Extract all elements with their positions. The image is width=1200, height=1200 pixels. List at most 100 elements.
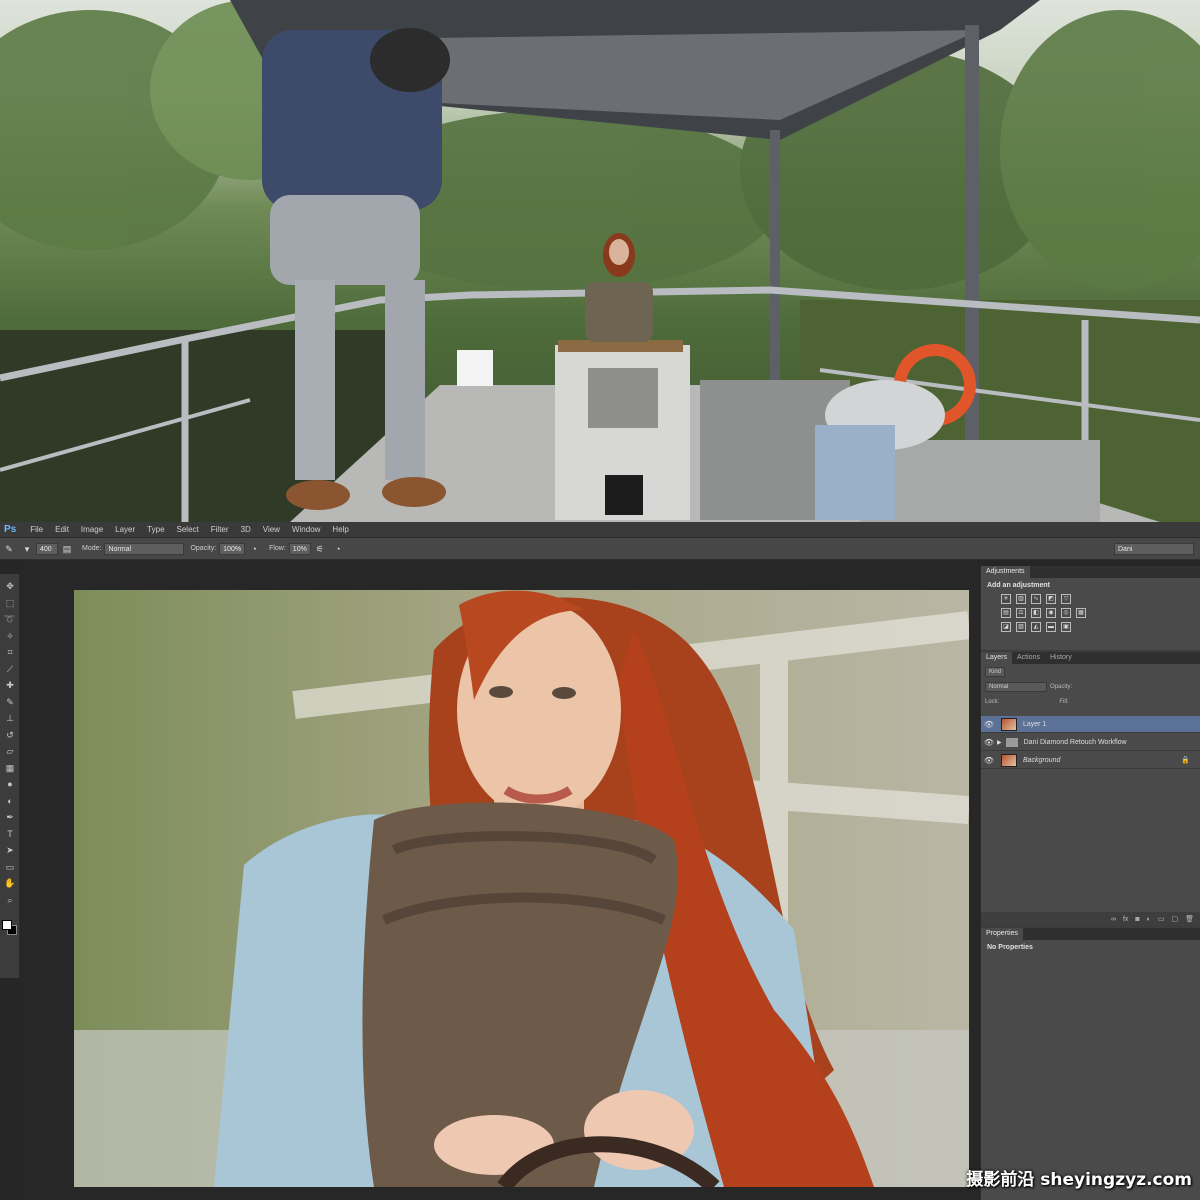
- pressure-size-icon[interactable]: ◔: [332, 543, 344, 555]
- trash-icon[interactable]: 🗑: [1185, 915, 1194, 923]
- adjustment-layer-icon[interactable]: ◐: [1147, 916, 1151, 923]
- lock-icon: 🔒: [1181, 757, 1190, 764]
- dodge-tool-icon[interactable]: ◐: [0, 793, 20, 810]
- brush-size-field[interactable]: 400: [36, 542, 58, 555]
- channel-mixer-icon[interactable]: ◎: [1061, 608, 1071, 618]
- zoom-tool-icon[interactable]: ⌕: [0, 892, 20, 909]
- brush-tool-icon[interactable]: ✎: [3, 543, 15, 555]
- healing-tool-icon[interactable]: ✚: [0, 677, 20, 694]
- folder-icon: [1005, 737, 1018, 747]
- blend-row: Normal Opacity:: [981, 679, 1200, 694]
- menu-edit[interactable]: Edit: [49, 525, 75, 534]
- menu-type[interactable]: Type: [141, 525, 170, 534]
- menu-3d[interactable]: 3D: [235, 525, 257, 534]
- type-tool-icon[interactable]: T: [0, 826, 20, 843]
- photoshop-logo: Ps: [4, 524, 17, 535]
- threshold-icon[interactable]: ◭: [1031, 622, 1041, 632]
- posterize-icon[interactable]: ▧: [1016, 622, 1026, 632]
- layer-group-row[interactable]: 👁 ▶ Dani Diamond Retouch Workflow: [981, 734, 1200, 751]
- chevron-down-icon[interactable]: ▾: [21, 543, 33, 555]
- new-group-icon[interactable]: ▭: [1158, 915, 1165, 923]
- lasso-tool-icon[interactable]: ➰: [0, 611, 20, 628]
- tab-history[interactable]: History: [1045, 652, 1077, 664]
- tab-actions[interactable]: Actions: [1012, 652, 1045, 664]
- pen-tool-icon[interactable]: ✒: [0, 809, 20, 826]
- invert-icon[interactable]: ◪: [1001, 622, 1011, 632]
- behind-the-scenes-photo: [0, 0, 1200, 522]
- tab-properties[interactable]: Properties: [981, 928, 1023, 940]
- history-brush-tool-icon[interactable]: ↺: [0, 727, 20, 744]
- hue-saturation-icon[interactable]: ▤: [1001, 608, 1011, 618]
- clone-stamp-tool-icon[interactable]: ⊥: [0, 710, 20, 727]
- mask-icon[interactable]: ◙: [1135, 916, 1139, 923]
- fx-icon[interactable]: fx: [1123, 916, 1128, 923]
- menu-bar: Ps File Edit Image Layer Type Select Fil…: [0, 522, 1200, 538]
- layers-panel: Layers Actions History Kind Normal Opaci…: [981, 652, 1200, 926]
- eraser-tool-icon[interactable]: ▱: [0, 743, 20, 760]
- watermark: 摄影前沿 sheyingzyz.com: [966, 1170, 1192, 1190]
- layer-name: Dani Diamond Retouch Workflow: [1023, 738, 1127, 746]
- airbrush-icon[interactable]: ⚟: [314, 543, 326, 555]
- photo-filter-icon[interactable]: ◉: [1046, 608, 1056, 618]
- blend-mode-select[interactable]: Normal: [985, 681, 1047, 692]
- gradient-tool-icon[interactable]: ▦: [0, 760, 20, 777]
- adjustment-icons-row-3: ◪ ▧ ◭ ▬ ▣: [981, 621, 1200, 635]
- lock-row: Lock: Fill:: [981, 694, 1200, 709]
- gradient-map-icon[interactable]: ▬: [1046, 622, 1056, 632]
- mode-select[interactable]: Normal: [104, 542, 185, 555]
- no-properties-text: No Properties: [987, 944, 1033, 951]
- add-adjustment-title: Add an adjustment: [987, 582, 1051, 589]
- menu-file[interactable]: File: [24, 525, 49, 534]
- brush-panel-icon[interactable]: ▤: [61, 543, 73, 555]
- blur-tool-icon[interactable]: ●: [0, 776, 20, 793]
- eyedropper-tool-icon[interactable]: ⟋: [0, 661, 20, 678]
- color-lookup-icon[interactable]: ▦: [1076, 608, 1086, 618]
- menu-select[interactable]: Select: [171, 525, 205, 534]
- path-select-tool-icon[interactable]: ➤: [0, 842, 20, 859]
- options-bar: ✎ ▾ 400 ▤ Mode: Normal Opacity: 100% ◔ F…: [0, 538, 1200, 560]
- exposure-icon[interactable]: ◩: [1046, 594, 1056, 604]
- quick-select-tool-icon[interactable]: ✧: [0, 628, 20, 645]
- workspace-select[interactable]: Dani: [1114, 542, 1194, 555]
- layers-tabs: Layers Actions History: [981, 652, 1200, 664]
- kind-filter-select[interactable]: Kind: [985, 666, 1006, 677]
- brush-tool-icon[interactable]: ✎: [0, 694, 20, 711]
- eye-icon[interactable]: 👁: [981, 756, 997, 765]
- expand-arrow-icon[interactable]: ▶: [997, 739, 1002, 746]
- tools-panel: ✥ ⬚ ➰ ✧ ⌗ ⟋ ✚ ✎ ⊥ ↺ ▱ ▦ ● ◐ ✒ T ➤ ▭ ✋ ⌕: [0, 574, 20, 978]
- marquee-tool-icon[interactable]: ⬚: [0, 595, 20, 612]
- layer-opacity-label: Opacity:: [1050, 683, 1073, 690]
- brightness-contrast-icon[interactable]: ☀: [1001, 594, 1011, 604]
- foreground-color-swatch[interactable]: [2, 920, 12, 930]
- tab-layers[interactable]: Layers: [981, 652, 1013, 664]
- selective-color-icon[interactable]: ▣: [1061, 622, 1071, 632]
- menu-image[interactable]: Image: [75, 525, 109, 534]
- menu-filter[interactable]: Filter: [205, 525, 235, 534]
- crop-tool-icon[interactable]: ⌗: [0, 644, 20, 661]
- color-balance-icon[interactable]: ⚖: [1016, 608, 1026, 618]
- link-icon[interactable]: ∞: [1111, 916, 1116, 923]
- menu-layer[interactable]: Layer: [109, 525, 141, 534]
- layer-filter-row: Kind: [981, 664, 1200, 679]
- pressure-opacity-icon[interactable]: ◔: [248, 543, 260, 555]
- layer-row[interactable]: 👁 Layer 1: [981, 716, 1200, 733]
- black-white-icon[interactable]: ◧: [1031, 608, 1041, 618]
- layer-row[interactable]: 👁 Background 🔒: [981, 752, 1200, 769]
- menu-window[interactable]: Window: [286, 525, 326, 534]
- tab-adjustments[interactable]: Adjustments: [981, 566, 1030, 578]
- menu-help[interactable]: Help: [326, 525, 354, 534]
- eye-icon[interactable]: 👁: [981, 720, 997, 729]
- levels-icon[interactable]: ▥: [1016, 594, 1026, 604]
- layer-name: Background: [1023, 756, 1061, 764]
- shape-tool-icon[interactable]: ▭: [0, 859, 20, 876]
- menu-view[interactable]: View: [257, 525, 286, 534]
- opacity-field[interactable]: 100%: [219, 542, 246, 555]
- vibrance-icon[interactable]: ▽: [1061, 594, 1071, 604]
- hand-tool-icon[interactable]: ✋: [0, 875, 20, 892]
- new-layer-icon[interactable]: ▢: [1171, 915, 1178, 923]
- document-canvas[interactable]: [74, 590, 969, 1187]
- eye-icon[interactable]: 👁: [981, 738, 997, 747]
- move-tool-icon[interactable]: ✥: [0, 578, 20, 595]
- flow-field[interactable]: 10%: [288, 542, 311, 555]
- curves-icon[interactable]: ∿: [1031, 594, 1041, 604]
